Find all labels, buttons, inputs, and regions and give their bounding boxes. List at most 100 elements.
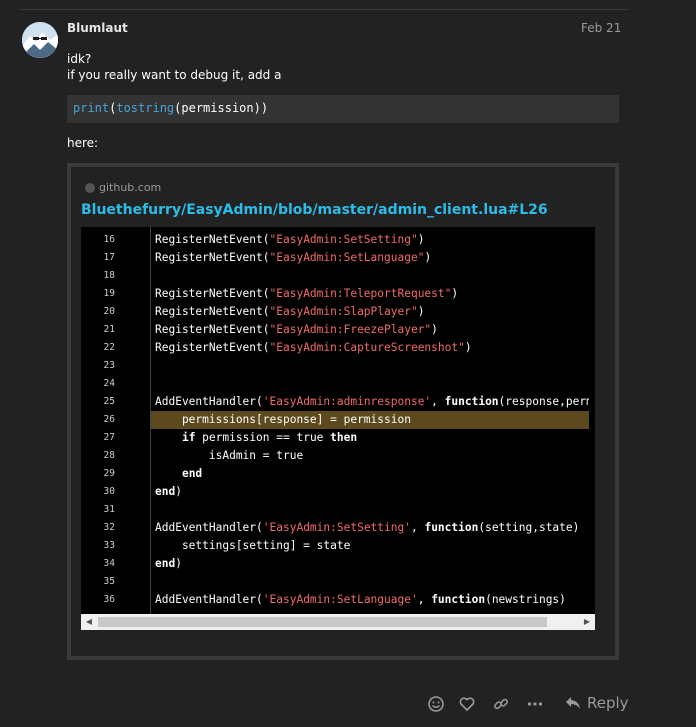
code-text: RegisterNetEvent("EasyAdmin:SetLanguage"… <box>151 249 589 267</box>
code-string: "EasyAdmin:TeleportRequest" <box>269 287 452 300</box>
line-number[interactable]: 31 <box>81 501 115 519</box>
avatar-image <box>22 22 58 58</box>
code-function: print <box>73 101 110 115</box>
line-number[interactable]: 24 <box>81 375 115 393</box>
line-number[interactable]: 25 <box>81 393 115 411</box>
line-number[interactable]: 36 <box>81 591 115 609</box>
code-token: AddEventHandler( <box>155 593 263 606</box>
line-number[interactable]: 26 <box>81 411 115 429</box>
code-token: AddEventHandler( <box>155 395 263 408</box>
line-number[interactable]: 17 <box>81 249 115 267</box>
code-line: 26 permissions[response] = permission <box>81 411 595 429</box>
code-line: 32 AddEventHandler('EasyAdmin:SetSetting'… <box>81 519 595 537</box>
reply-icon <box>566 697 580 709</box>
post-username[interactable]: Blumlaut <box>67 21 128 35</box>
scroll-left-icon[interactable]: ◀ <box>81 614 97 630</box>
line-number[interactable]: 19 <box>81 285 115 303</box>
code-string: 'EasyAdmin:SetLanguage' <box>262 593 418 606</box>
code-line: 34 end) <box>81 555 595 573</box>
code-text: RegisterNetEvent("EasyAdmin:CaptureScree… <box>151 339 589 357</box>
code-line: 18 <box>81 267 595 285</box>
code-token: ) <box>464 341 472 354</box>
line-number[interactable]: 34 <box>81 555 115 573</box>
line-number[interactable]: 23 <box>81 357 115 375</box>
github-favicon-icon <box>85 182 95 193</box>
code-text: RegisterNetEvent("EasyAdmin:TeleportRequ… <box>151 285 589 303</box>
line-number[interactable]: 27 <box>81 429 115 447</box>
reply-button[interactable]: Reply <box>565 694 629 712</box>
code-line: 29 end <box>81 465 595 483</box>
code-token: RegisterNetEvent( <box>155 287 270 300</box>
code-token: (setting,state) <box>478 521 580 534</box>
smile-icon[interactable] <box>427 695 447 715</box>
post-divider <box>20 9 628 10</box>
code-line: 22 RegisterNetEvent("EasyAdmin:CaptureScr… <box>81 339 595 357</box>
more-icon[interactable] <box>526 695 546 715</box>
code-string: "EasyAdmin:CaptureScreenshot" <box>269 341 465 354</box>
scrollbar-thumb[interactable] <box>98 617 547 627</box>
post-text-line: idk? <box>67 52 92 66</box>
code-token: RegisterNetEvent( <box>155 323 270 336</box>
code-line: 30 end) <box>81 483 595 501</box>
github-onebox: github.com Bluethefurry/EasyAdmin/blob/m… <box>67 163 619 660</box>
code-text: RegisterNetEvent("EasyAdmin:FreezePlayer… <box>151 321 589 339</box>
code-line: 16 RegisterNetEvent("EasyAdmin:SetSetting… <box>81 231 595 249</box>
avatar[interactable] <box>22 22 58 58</box>
code-keyword: end <box>155 557 176 570</box>
code-token: AddEventHandler( <box>155 521 263 534</box>
code-text: RegisterNetEvent("EasyAdmin:SlapPlayer") <box>151 303 589 321</box>
post-date[interactable]: Feb 21 <box>581 21 621 35</box>
code-token: ) <box>424 251 432 264</box>
code-token: RegisterNetEvent( <box>155 251 270 264</box>
line-number[interactable]: 28 <box>81 447 115 465</box>
code-function: tostring <box>116 101 175 115</box>
code-keyword: function <box>431 593 486 606</box>
code-token: RegisterNetEvent( <box>155 341 270 354</box>
horizontal-scrollbar[interactable]: ◀ ▶ <box>81 614 595 630</box>
code-line: 23 <box>81 357 595 375</box>
code-string: "EasyAdmin:SetSetting" <box>269 233 418 246</box>
code-text: end) <box>151 555 589 573</box>
link-icon[interactable] <box>492 695 512 715</box>
code-text: isAdmin = true <box>151 447 589 465</box>
line-number[interactable]: 35 <box>81 573 115 591</box>
code-text: AddEventHandler('EasyAdmin:adminresponse… <box>151 393 589 411</box>
code-line: 24 <box>81 375 595 393</box>
heart-icon[interactable] <box>458 695 478 715</box>
code-string: 'EasyAdmin:adminresponse' <box>262 395 432 408</box>
code-token: permission == true <box>195 431 331 444</box>
code-token: , <box>431 395 445 408</box>
code-token: permissions[response] = permission <box>155 413 411 426</box>
line-number[interactable]: 33 <box>81 537 115 555</box>
line-number[interactable]: 21 <box>81 321 115 339</box>
code-line: 17 RegisterNetEvent("EasyAdmin:SetLanguag… <box>81 249 595 267</box>
line-number[interactable]: 32 <box>81 519 115 537</box>
code-snippet: print(tostring(permission)) <box>67 95 619 123</box>
code-line: 19 RegisterNetEvent("EasyAdmin:TeleportRe… <box>81 285 595 303</box>
code-token: ) <box>431 323 438 336</box>
line-number[interactable]: 30 <box>81 483 115 501</box>
code-keyword: function <box>444 395 499 408</box>
line-number[interactable]: 20 <box>81 303 115 321</box>
code-token: settings[setting] = state <box>155 539 351 552</box>
scroll-right-icon[interactable]: ▶ <box>579 614 595 630</box>
line-number[interactable]: 16 <box>81 231 115 249</box>
code-token: ) <box>175 485 182 498</box>
code-text: permissions[response] = permission <box>151 411 589 429</box>
post-text-line: here: <box>67 136 99 150</box>
line-number[interactable]: 22 <box>81 339 115 357</box>
onebox-title-link[interactable]: Bluethefurry/EasyAdmin/blob/master/admin… <box>81 202 548 218</box>
line-number[interactable]: 29 <box>81 465 115 483</box>
post-text-line: if you really want to debug it, add a <box>67 68 282 82</box>
code-line: 25 AddEventHandler('EasyAdmin:adminrespon… <box>81 393 595 411</box>
line-number[interactable]: 18 <box>81 267 115 285</box>
onebox-source-label: github.com <box>99 181 162 194</box>
code-keyword: function <box>424 521 479 534</box>
onebox-source[interactable]: github.com <box>85 181 161 194</box>
code-text: AddEventHandler('EasyAdmin:SetSetting', … <box>151 519 589 537</box>
